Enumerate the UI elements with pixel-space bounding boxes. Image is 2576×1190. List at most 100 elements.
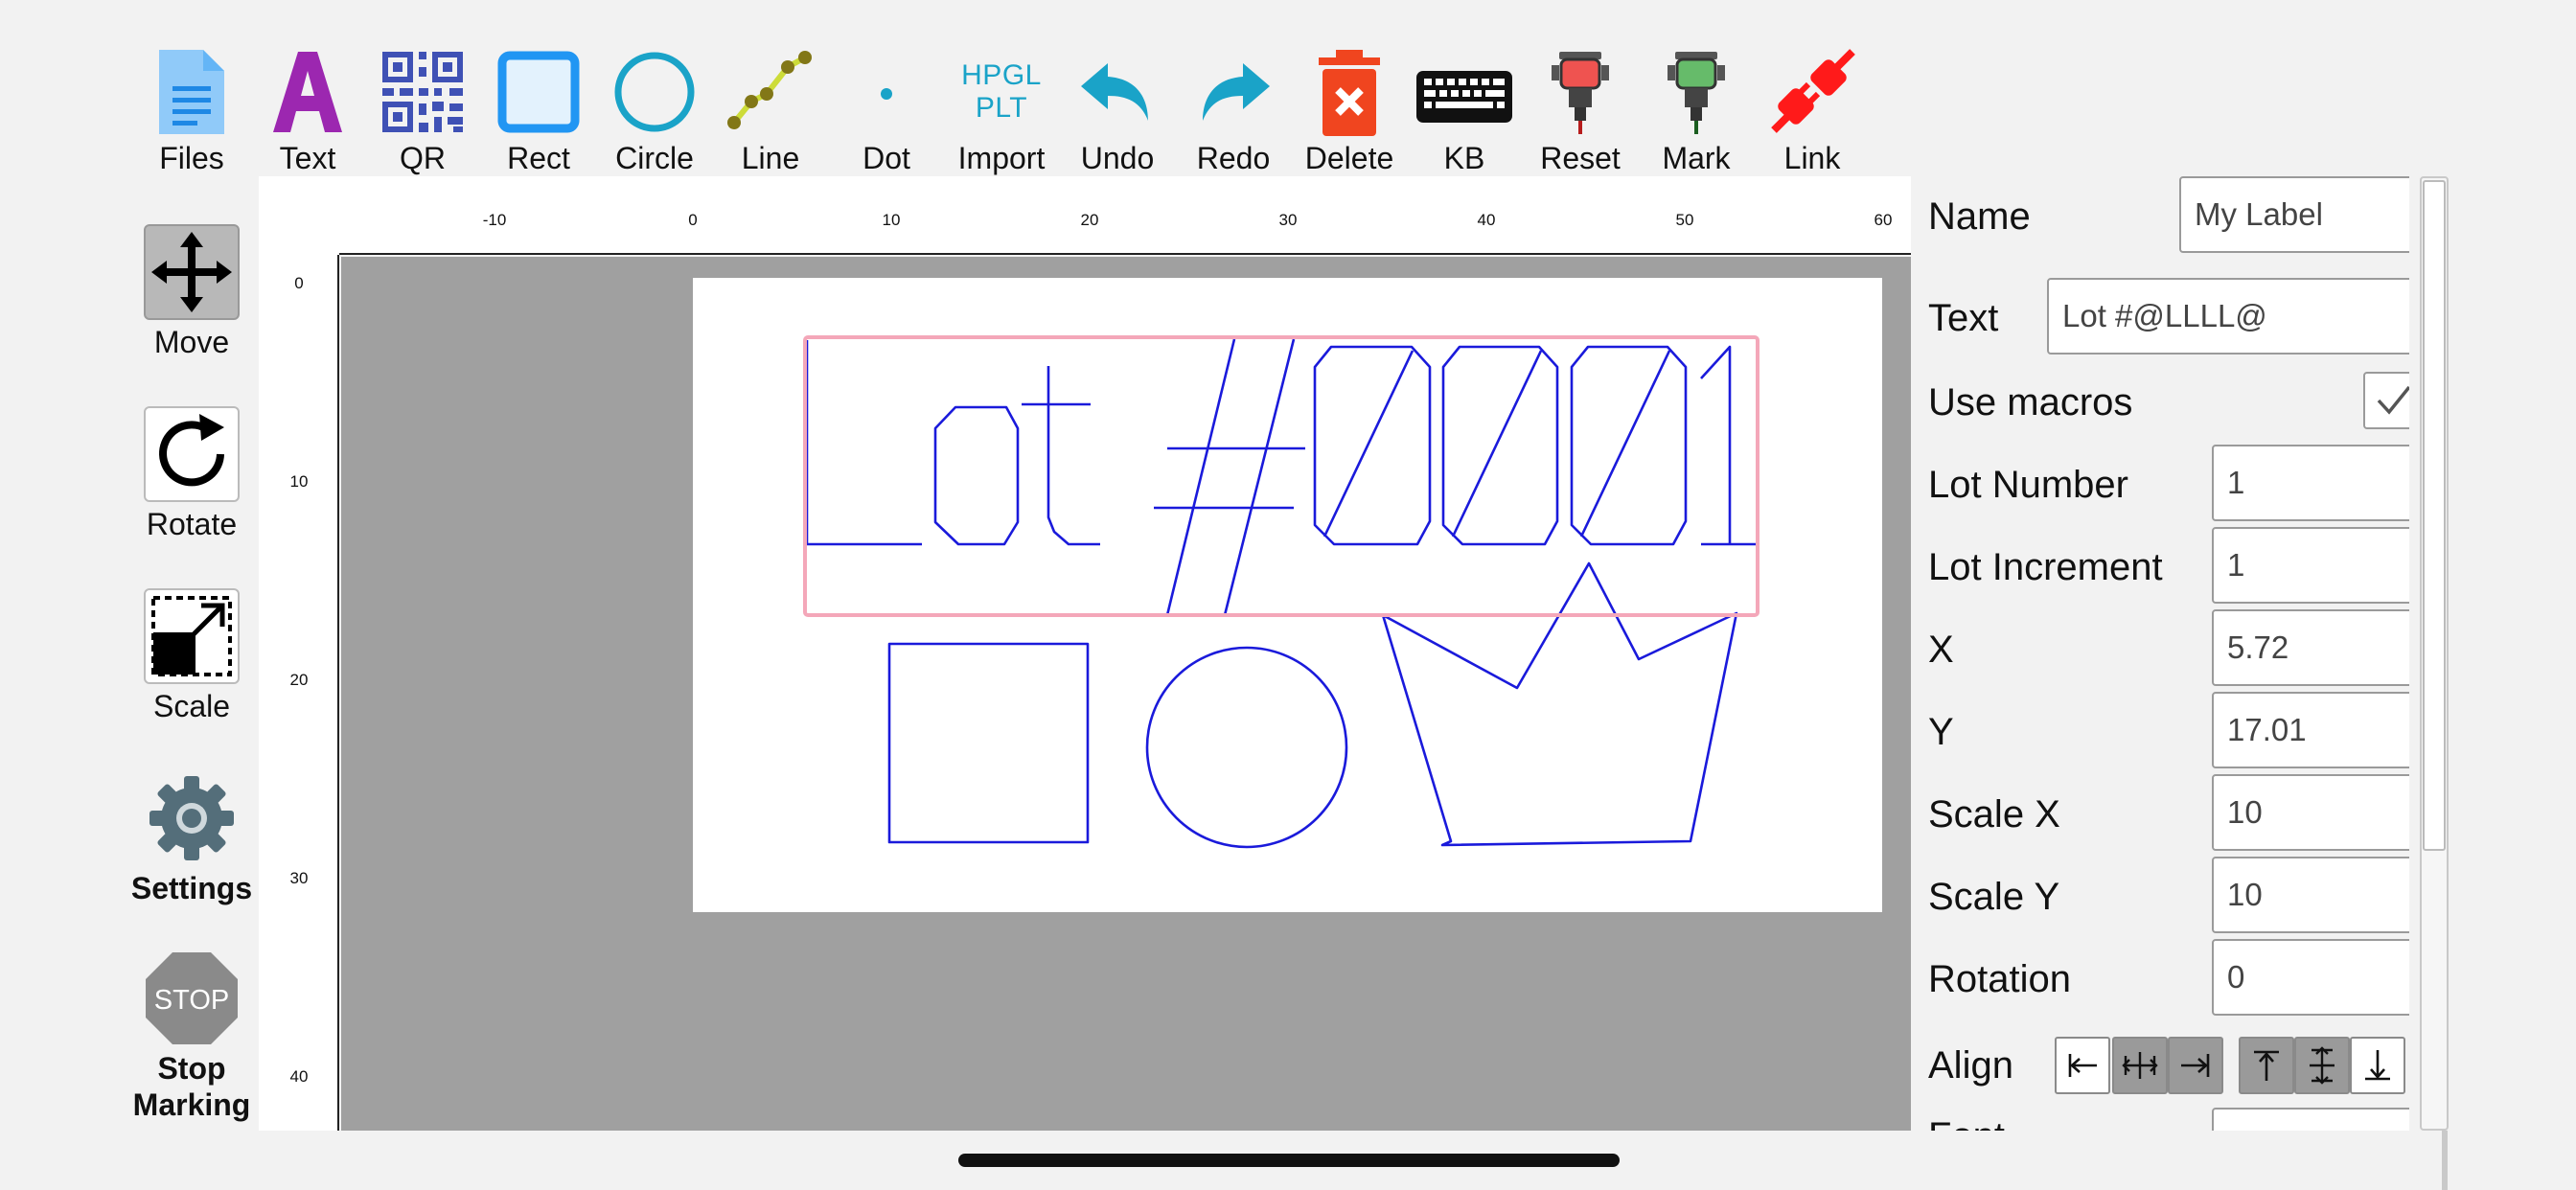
label-sheet[interactable] <box>693 278 1882 912</box>
scale-y-label: Scale Y <box>1928 876 2060 918</box>
rectangle-icon <box>491 44 586 140</box>
redo-button[interactable]: Redo <box>1166 36 1300 176</box>
dot-button[interactable]: Dot <box>819 36 954 176</box>
align-top-icon <box>2254 1050 2279 1081</box>
scale-x-input[interactable]: 10 <box>2212 774 2409 851</box>
use-macros-label: Use macros <box>1928 381 2133 423</box>
h-ruler-tick: 50 <box>1675 211 1694 229</box>
dot-label: Dot <box>862 141 910 175</box>
y-label: Y <box>1928 711 1954 753</box>
dot-icon <box>839 44 934 140</box>
delete-label: Delete <box>1304 141 1394 175</box>
stop-icon-text: STOP <box>154 985 229 1016</box>
redo-arrow-icon <box>1185 44 1281 140</box>
gear-icon <box>144 770 240 866</box>
top-toolbar: Files Text QR Rect Circle Line Dot HPGL … <box>0 0 2576 176</box>
scale-y-input[interactable]: 10 <box>2212 857 2409 933</box>
files-button[interactable]: Files <box>125 36 259 176</box>
h-ruler-tick: -10 <box>482 211 507 229</box>
h-ruler-tick: 60 <box>1874 211 1893 229</box>
v-ruler-tick: 30 <box>289 869 309 887</box>
link-button[interactable]: Link <box>1745 36 1879 176</box>
y-input[interactable]: 17.01 <box>2212 692 2409 768</box>
qr-button[interactable]: QR <box>356 36 490 176</box>
align-bottom-button[interactable] <box>2350 1037 2405 1094</box>
align-top-button[interactable] <box>2239 1037 2294 1094</box>
plt-text: PLT <box>975 92 1028 124</box>
lot-number-label: Lot Number <box>1928 464 2128 506</box>
properties-scrollbar[interactable] <box>2420 176 2449 1131</box>
h-ruler-tick: 40 <box>1477 211 1496 229</box>
polyline-icon <box>723 44 818 140</box>
scale-icon <box>144 588 240 684</box>
lot-increment-input[interactable]: 1 <box>2212 527 2409 604</box>
lot-number-input[interactable]: 1 <box>2212 445 2409 521</box>
qr-label: QR <box>400 141 446 175</box>
home-indicator[interactable] <box>958 1154 1620 1167</box>
move-arrows-icon <box>144 224 240 320</box>
laser-head-red-icon <box>1532 44 1628 140</box>
text-button[interactable]: Text <box>241 36 375 176</box>
vertical-ruler: 0 10 20 30 40 <box>259 255 339 1131</box>
font-label: Font <box>1928 1113 2005 1131</box>
undo-arrow-icon <box>1070 44 1165 140</box>
line-button[interactable]: Line <box>703 36 838 176</box>
name-input[interactable]: My Label <box>2179 176 2409 253</box>
horizontal-ruler: -20-100102030405060 <box>259 176 1911 255</box>
rotation-input[interactable]: 0 <box>2212 939 2409 1016</box>
align-right-button[interactable] <box>2168 1037 2223 1094</box>
trash-icon <box>1301 44 1397 140</box>
h-ruler-tick: 20 <box>1080 211 1099 229</box>
move-label: Move <box>153 325 230 359</box>
x-input[interactable]: 5.72 <box>2212 609 2409 686</box>
stop-label: Stop <box>157 1051 226 1086</box>
import-button[interactable]: HPGL PLT Import <box>934 36 1069 176</box>
circle-label: Circle <box>615 141 694 175</box>
rotation-label: Rotation <box>1928 958 2071 1000</box>
text-input[interactable]: Lot #@LLLL@ <box>2047 278 2409 355</box>
kb-label: KB <box>1443 141 1485 175</box>
align-center-horizontal-icon <box>2122 1052 2158 1079</box>
rect-button[interactable]: Rect <box>472 36 606 176</box>
checkmark-icon <box>2377 385 2409 415</box>
align-center-horizontal-button[interactable] <box>2112 1037 2168 1094</box>
rotate-label: Rotate <box>146 507 238 541</box>
hpgl-text: HPGL <box>961 59 1042 91</box>
v-ruler-tick: 20 <box>289 671 309 689</box>
align-left-button[interactable] <box>2055 1037 2110 1094</box>
reset-button[interactable]: Reset <box>1513 36 1647 176</box>
link-label: Link <box>1783 141 1841 175</box>
h-ruler-tick: 30 <box>1278 211 1298 229</box>
canvas-workspace[interactable] <box>341 257 1911 1131</box>
ruler-corner <box>259 176 339 255</box>
v-ruler-tick: 40 <box>289 1067 309 1086</box>
rotate-icon <box>144 406 240 502</box>
undo-button[interactable]: Undo <box>1050 36 1184 176</box>
h-ruler-tick: 0 <box>688 211 698 229</box>
stop-sign-icon: STOP <box>144 950 240 1046</box>
align-label: Align <box>1928 1044 2013 1087</box>
redo-label: Redo <box>1196 141 1271 175</box>
laser-head-green-icon <box>1648 44 1744 140</box>
use-macros-checkbox[interactable] <box>2363 372 2409 429</box>
scale-x-label: Scale X <box>1928 793 2060 835</box>
lot-increment-label: Lot Increment <box>1928 546 2163 588</box>
font-select[interactable] <box>2212 1108 2409 1131</box>
scrollbar-thumb[interactable] <box>2423 180 2446 851</box>
x-label: X <box>1928 629 1954 671</box>
marking-label: Marking <box>132 1087 251 1122</box>
keyboard-button[interactable]: KB <box>1397 36 1531 176</box>
delete-button[interactable]: Delete <box>1282 36 1416 176</box>
reset-label: Reset <box>1540 141 1621 175</box>
text-label: Text <box>1928 297 1999 339</box>
circle-button[interactable]: Circle <box>587 36 722 176</box>
import-label: Import <box>957 141 1046 175</box>
align-middle-vertical-button[interactable] <box>2294 1037 2350 1094</box>
undo-label: Undo <box>1080 141 1155 175</box>
mark-button[interactable]: Mark <box>1629 36 1763 176</box>
properties-panel: Name My Label Text Lot #@LLLL@ Use macro… <box>1911 176 2409 1131</box>
scale-label: Scale <box>152 689 231 723</box>
align-left-icon <box>2068 1054 2097 1077</box>
mark-label: Mark <box>1662 141 1731 175</box>
v-ruler-tick: 0 <box>294 274 304 292</box>
